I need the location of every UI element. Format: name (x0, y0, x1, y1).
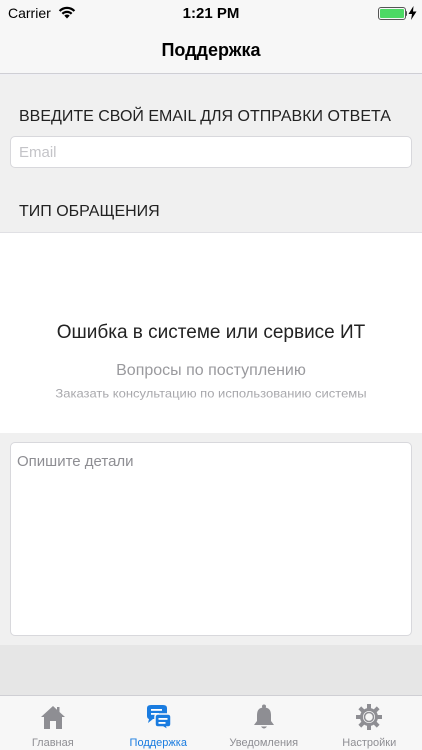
picker-selected-option[interactable]: Ошибка в системе или сервисе ИТ (0, 322, 422, 344)
bottom-spacer (0, 645, 422, 695)
picker-option[interactable]: Вопросы по поступлению (0, 362, 422, 380)
tab-settings[interactable]: Настройки (317, 696, 422, 750)
battery-tip (405, 11, 407, 16)
tab-label: Уведомления (229, 737, 299, 749)
support-chat-icon (147, 705, 172, 731)
email-section-header: ВВЕДИТЕ СВОЙ EMAIL ДЛЯ ОТПРАВКИ ОТВЕТА (0, 75, 422, 134)
charging-bolt-icon (408, 6, 417, 20)
home-icon (40, 706, 65, 729)
tab-bar: Главная Поддержка Уведомления Настройки (0, 695, 422, 750)
navigation-bar: Поддержка (0, 26, 422, 74)
request-type-picker[interactable]: Ошибка в системе или сервисе ИТ Вопросы … (0, 232, 422, 433)
request-type-header: ТИП ОБРАЩЕНИЯ (0, 181, 422, 232)
tab-notifications[interactable]: Уведомления (211, 696, 317, 750)
bell-icon (253, 704, 274, 729)
email-input[interactable] (10, 136, 412, 168)
picker-option[interactable]: Заказать консультацию по использованию с… (0, 387, 422, 401)
tab-support[interactable]: Поддержка (106, 696, 212, 750)
gear-icon (356, 704, 383, 730)
status-bar: Carrier 1:21 PM (0, 0, 422, 26)
battery-icon (378, 7, 406, 20)
tab-label: Главная (31, 737, 74, 749)
page-title: Поддержка (161, 40, 261, 60)
tab-home[interactable]: Главная (0, 696, 106, 750)
tab-label: Настройки (342, 737, 397, 749)
tab-label: Поддержка (129, 737, 187, 749)
details-textarea[interactable] (10, 442, 412, 636)
status-time: 1:21 PM (182, 5, 240, 22)
